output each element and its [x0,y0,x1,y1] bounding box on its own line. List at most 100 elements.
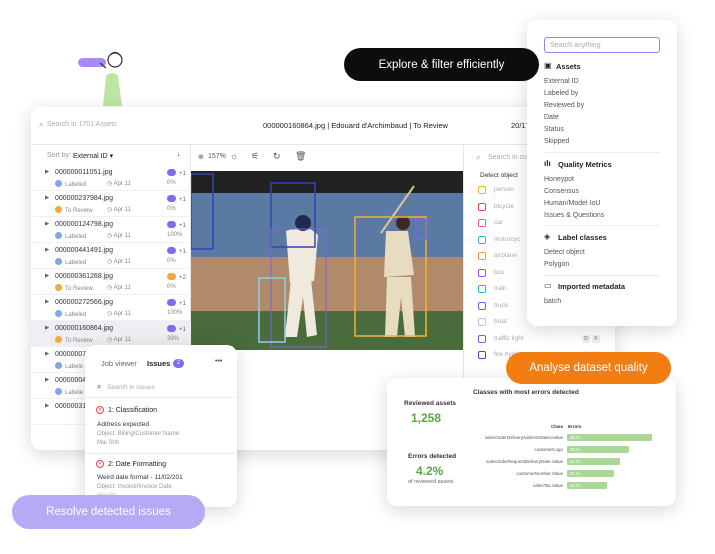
clock-icon: ◷ [107,259,114,265]
expand-icon[interactable]: ▶ [45,377,49,383]
filter-item-issues[interactable]: Issues & Questions [544,212,604,219]
tag-icon: ◈ [544,232,551,241]
resolve-pill: Resolve detected issues [12,495,205,529]
asset-row[interactable]: ▶ 000000124798.jpg Labeled ◷ Apr 11 100% +1 [31,217,191,243]
expand-icon[interactable]: ▶ [45,221,49,227]
class-color-icon [478,285,486,293]
issue-desc: Address expected [97,421,150,428]
clock-icon: ◷ [107,233,114,239]
class-color-icon [478,351,486,359]
expand-icon[interactable]: ▶ [45,403,49,409]
asset-status-text: To Review [65,208,93,214]
expand-icon[interactable]: ▶ [45,299,49,305]
filter-item-honeypot[interactable]: Honeypot [544,176,574,183]
issue-title[interactable]: 2: Date Formatting [108,461,166,468]
asset-status-text: Labeled [65,234,87,240]
asset-date: ◷ Apr 11 [107,206,131,213]
error-icon: ✕ [96,406,104,414]
expand-icon[interactable]: ▶ [45,169,49,175]
class-label: bicycle [494,202,514,210]
status-dot-icon [55,362,62,369]
asset-search-input[interactable]: Search in 1701 Assets [47,121,117,128]
asset-row[interactable]: ▶ 000000441491.jpg Labeled ◷ Apr 11 0% +1 [31,243,191,269]
filter-item-detect-object[interactable]: Detect object [544,249,585,256]
search-icon: ⌕ [39,120,44,129]
class-label: train [494,285,507,292]
reviewed-label: Reviewed assets [404,400,457,407]
sort-direction-icon[interactable]: ↓ [177,151,181,158]
expand-icon[interactable]: ▶ [45,273,49,279]
expand-icon[interactable]: ▶ [45,351,49,357]
asset-row[interactable]: ▶ 000000237984.jpg To Review ◷ Apr 11 0% +1 [31,191,191,217]
asset-name: 000000011051.jpg [55,169,113,176]
label-tag-count: +1 [179,171,186,177]
asset-status: To Review [55,336,93,344]
class-label: traffic light [494,334,524,342]
asset-date-text: Apr 11 [113,285,131,291]
asset-row[interactable]: ▶ 000000011051.jpg Labeled ◷ Apr 11 0% +1 [31,165,191,191]
asset-date-text: Apr 11 [113,181,131,187]
issues-search-input[interactable]: Search in issues [107,384,155,391]
asset-status: Labeled [55,258,86,266]
expand-icon[interactable]: ▶ [45,325,49,331]
expand-icon[interactable]: ▶ [45,195,49,201]
asset-name: 000000237984.jpg [55,195,114,202]
class-search-icon: ⌕ [476,153,481,162]
asset-row[interactable]: ▶ 000000160864.jpg To Review ◷ Apr 11 39% +1 [31,321,191,347]
class-color-icon [478,219,486,227]
expand-icon[interactable]: ▶ [45,247,49,253]
brightness-icon[interactable]: ☼ [230,151,238,161]
asset-name: 000000361268.jpg [55,273,114,280]
adjust-icon[interactable]: ⚟ [251,151,259,162]
filter-item-date[interactable]: Date [544,114,559,121]
trash-icon[interactable]: 🗑 [295,151,306,162]
filter-item-reviewed-by[interactable]: Reviewed by [544,102,584,109]
tab-issues[interactable]: Issues [147,359,170,368]
filter-item-labeled-by[interactable]: Labeled by [544,90,578,97]
asset-progress: 0% [167,180,176,186]
filter-item-external-id[interactable]: External ID [544,78,579,85]
clock-icon: ◷ [107,207,114,213]
asset-name: 000000124798.jpg [55,221,114,228]
class-label: airplane [494,252,518,259]
filter-item-status[interactable]: Status [544,126,564,133]
divider [85,453,237,454]
zoom-icon[interactable]: ⊕ [198,153,204,161]
asset-status-text: Labeled [65,260,87,266]
asset-name: 000000272566.jpg [55,299,114,306]
sort-bar: Sort by: External ID ▾ ↓ [31,145,191,165]
label-tag-count: +1 [179,301,186,307]
filter-search-input[interactable]: Search anything [544,37,660,53]
class-label: person [494,186,514,193]
class-color-icon [478,318,486,326]
filter-item-iou[interactable]: Human/Model IoU [544,200,600,207]
class-search-input[interactable]: Search in co [488,154,527,161]
label-tag: +1 [167,325,186,333]
status-dot-icon [55,180,62,187]
clock-icon: ◷ [107,181,114,187]
issue-title[interactable]: 1: Classification [108,407,157,414]
sort-select[interactable]: External ID ▾ [73,152,113,160]
asset-row[interactable]: ▶ 000000272566.jpg Labeled ◷ Apr 11 100% +1 [31,295,191,321]
more-icon[interactable]: ••• [215,358,222,365]
shortcut-key: F [592,334,600,343]
rotate-icon[interactable]: ↻ [273,151,281,162]
asset-date: ◷ Apr 11 [107,258,131,265]
label-tag: +2 [167,273,186,281]
errors-label: Errors detected [408,453,457,460]
reviewed-value: 1,258 [411,411,442,425]
asset-status-text: To Review [65,338,93,344]
filter-item-polygon[interactable]: Polygon [544,261,569,268]
label-tag-count: +2 [179,275,186,281]
asset-status: Labeled [55,180,86,188]
asset-date-text: Apr 11 [113,311,131,317]
chart-category-label: customerNumber.Value [516,471,563,476]
filter-item-batch[interactable]: batch [544,298,561,305]
asset-row[interactable]: ▶ 000000361268.jpg To Review ◷ Apr 11 0% +2 [31,269,191,295]
baseball-image[interactable] [191,171,463,350]
issue-desc: Weird date format - 11/02/201 [97,474,183,481]
tab-job-viewer[interactable]: Job viewer [101,359,137,368]
filter-item-skipped[interactable]: Skipped [544,138,569,145]
chart-category-label: salesOrderDeliveryAddressStatecvalue [484,435,563,440]
filter-item-consensus[interactable]: Consensus [544,188,579,195]
